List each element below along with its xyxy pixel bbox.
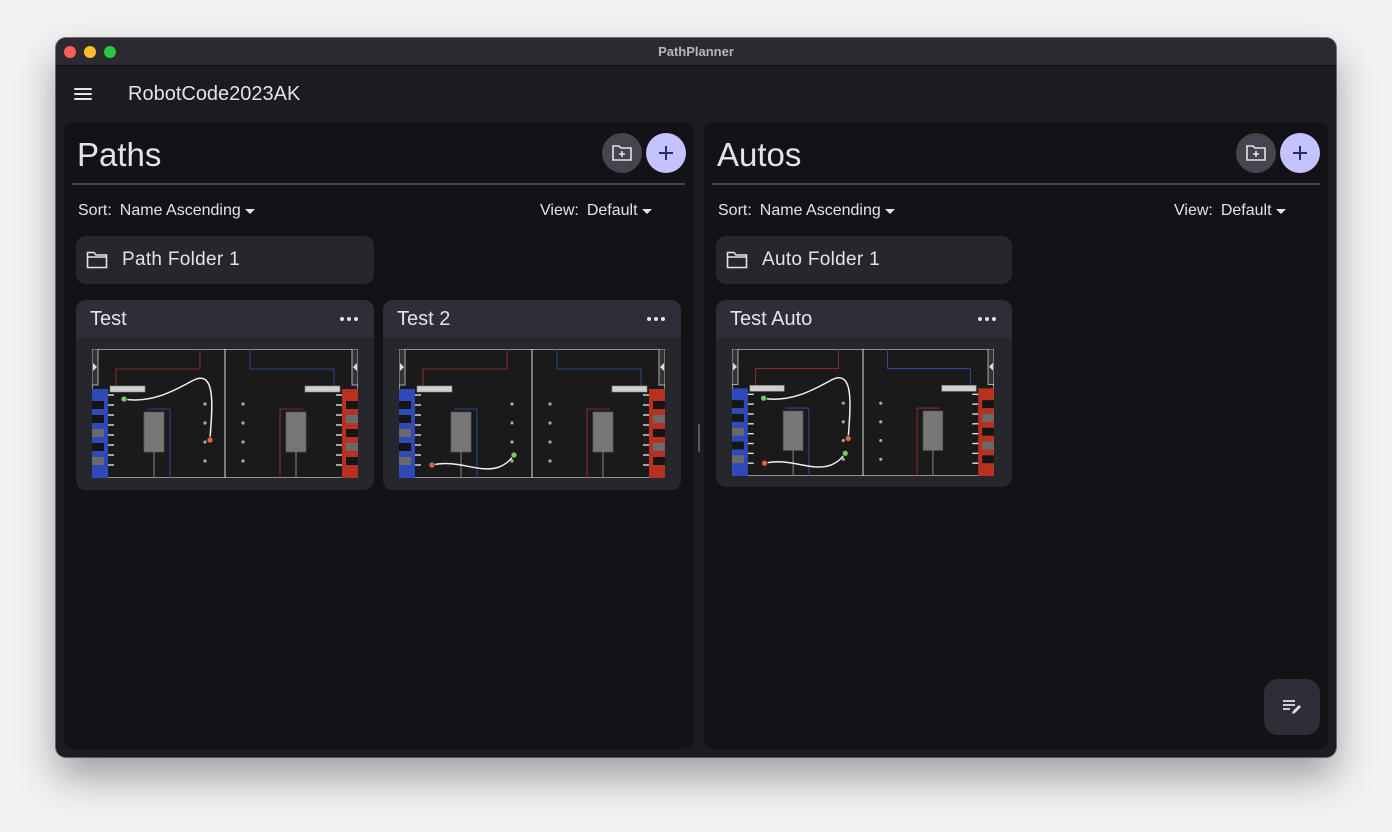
view-label: View: [1174,202,1213,219]
chevron-down-icon [244,208,255,214]
path-start-point [428,461,436,469]
view-value: Default [1220,202,1272,219]
app-window: PathPlanner RobotCode2023AK Paths Sort: … [56,38,1336,757]
path-card-header: Test [76,300,374,338]
new-auto-folder-button[interactable] [1236,133,1276,173]
folder-icon [726,251,748,269]
auto-card-header: Test Auto [716,300,1012,338]
header-divider [72,183,685,185]
view-label: View: [540,202,579,219]
paths-title: Paths [77,136,162,173]
path-start-point [761,459,768,467]
path-end-point [206,436,214,444]
path-start-point [760,394,767,402]
field-preview [92,349,358,478]
sort-label: Sort: [78,202,112,219]
path-card[interactable]: Test [76,300,374,490]
new-folder-icon [1246,145,1266,161]
path-name: Test [90,307,127,330]
path-start-point [120,395,128,403]
view-dropdown[interactable]: Default [587,202,652,220]
new-path-folder-button[interactable] [602,133,642,173]
path-end-point [841,450,849,457]
auto-folder-card[interactable]: Auto Folder 1 [716,236,1012,284]
paths-sort-control: Sort: Name Ascending [78,202,255,220]
panel-resize-handle[interactable] [698,424,700,452]
path-name: Test 2 [397,307,451,330]
menu-icon[interactable] [74,86,94,102]
more-icon[interactable] [974,313,1000,325]
chevron-down-icon [1275,208,1286,214]
path-card-header: Test 2 [383,300,681,338]
view-value: Default [586,202,638,219]
new-folder-icon [612,145,632,161]
sort-dropdown[interactable]: Name Ascending [120,202,255,220]
path-card[interactable]: Test 2 [383,300,681,490]
path-end-point [510,451,518,459]
edit-notes-button[interactable] [1264,679,1320,735]
sort-value: Name Ascending [119,202,241,219]
close-window-button[interactable] [64,46,76,58]
folder-name: Path Folder 1 [122,249,240,270]
chevron-down-icon [641,208,652,214]
paths-panel: Paths Sort: Name Ascending View: Default… [64,122,694,749]
autos-sort-control: Sort: Name Ascending [718,202,895,220]
add-icon [659,146,673,160]
autos-title: Autos [717,136,802,173]
field-preview [732,349,994,476]
auto-name: Test Auto [730,307,813,330]
sort-dropdown[interactable]: Name Ascending [760,202,895,220]
sort-label: Sort: [718,202,752,219]
more-icon[interactable] [336,313,362,325]
window-title: PathPlanner [658,44,734,59]
app-bar: RobotCode2023AK [56,67,1336,123]
paths-view-control: View: Default [540,202,652,220]
autos-panel: Autos Sort: Name Ascending View: Default… [704,122,1328,749]
minimize-window-button[interactable] [84,46,96,58]
add-icon [1293,146,1307,160]
field-preview [399,349,665,478]
add-path-button[interactable] [646,133,686,173]
chevron-down-icon [884,208,895,214]
view-dropdown[interactable]: Default [1221,202,1286,220]
title-bar: PathPlanner [56,38,1336,66]
project-title: RobotCode2023AK [128,83,301,105]
more-icon[interactable] [643,313,669,325]
add-auto-button[interactable] [1280,133,1320,173]
autos-view-control: View: Default [1174,202,1286,220]
folder-name: Auto Folder 1 [762,249,880,270]
path-folder-card[interactable]: Path Folder 1 [76,236,374,284]
maximize-window-button[interactable] [104,46,116,58]
auto-card[interactable]: Test Auto [716,300,1012,487]
edit-notes-icon [1283,700,1301,714]
sort-value: Name Ascending [759,202,881,219]
path-end-point [844,435,852,442]
folder-icon [86,251,108,269]
header-divider [712,183,1320,185]
